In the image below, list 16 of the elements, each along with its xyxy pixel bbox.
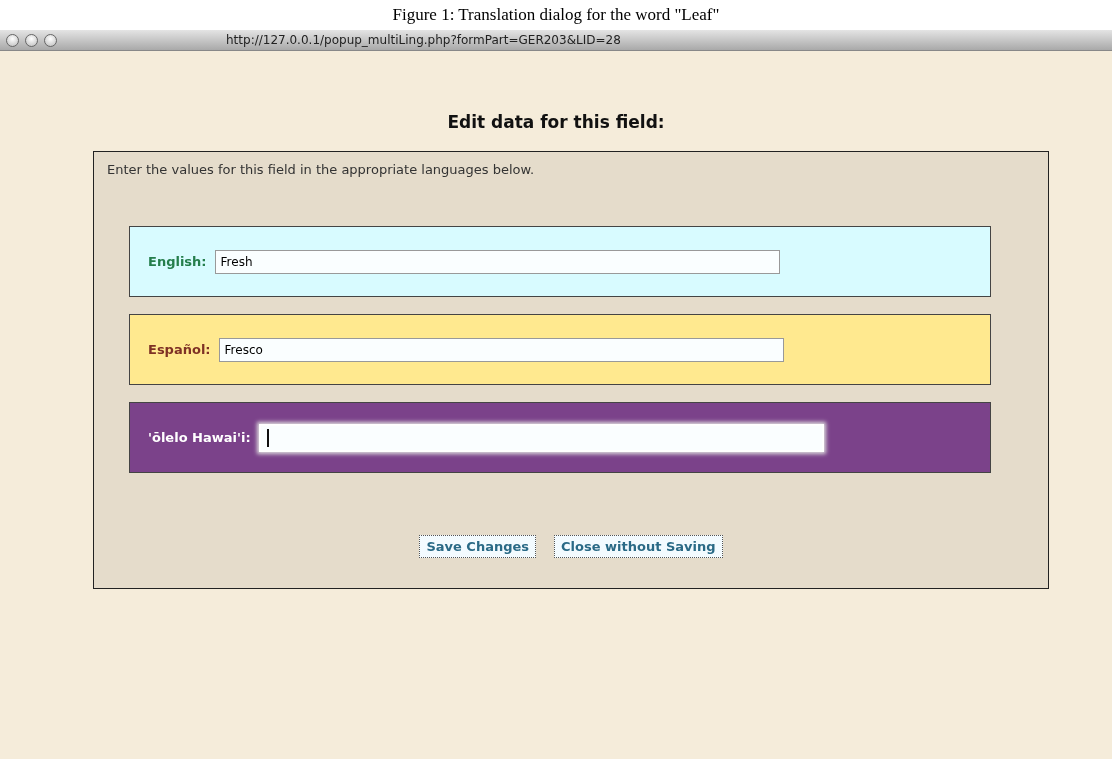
language-label: 'ōlelo Hawai'i: <box>148 430 251 445</box>
form-button[interactable]: Save Changes <box>419 535 537 558</box>
input-field[interactable] <box>258 423 824 452</box>
input-field[interactable]: Fresh <box>214 249 780 274</box>
input-field[interactable]: Fresco <box>218 337 784 362</box>
window-button-icon[interactable] <box>25 33 38 47</box>
language-label: English: <box>148 254 207 269</box>
instructions-text: Enter the values for this field in the appropriate languages below. <box>107 162 536 179</box>
window-button-icon[interactable] <box>6 33 19 47</box>
page-heading: Edit data for this field: <box>447 111 665 134</box>
form-button[interactable]: Close without Saving <box>554 535 723 558</box>
language-label: Español: <box>148 342 211 357</box>
window-url: http://127.0.0.1/popup_multiLing.php?formPart=GER203&LID=28 <box>226 33 621 47</box>
figure-caption: Figure 1: Translation dialog for the word "Leaf" <box>391 4 721 26</box>
window-button-icon[interactable] <box>44 33 57 47</box>
text-cursor <box>266 428 269 447</box>
